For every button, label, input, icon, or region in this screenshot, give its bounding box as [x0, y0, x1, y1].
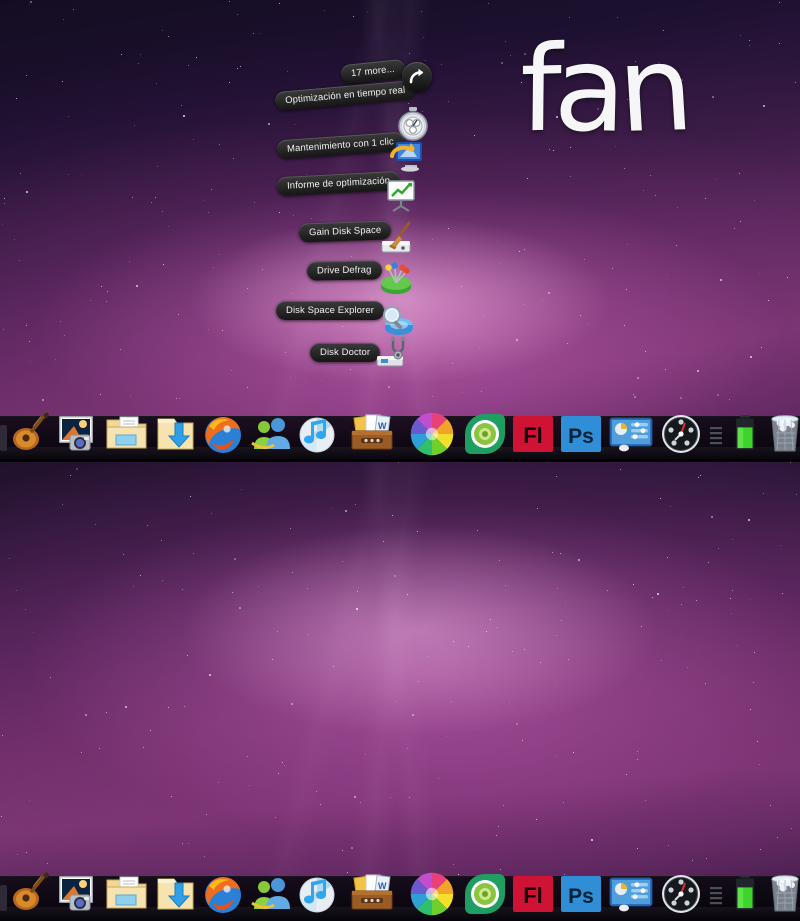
fan-stack-item[interactable]: Disk Doctor: [310, 343, 381, 362]
color-wheel-icon: [404, 871, 460, 917]
adobe-photoshop-icon: Ps: [558, 411, 604, 457]
dock-item-downloads[interactable]: [152, 871, 198, 917]
dock-item-toolbox[interactable]: W: [344, 871, 400, 917]
fan-stack-item[interactable]: Disk Space Explorer: [276, 301, 384, 320]
dock-item-itunes[interactable]: [296, 411, 342, 457]
dock-item-settings[interactable]: [606, 411, 656, 457]
dock-item-messenger[interactable]: [248, 871, 294, 917]
green-leaf-eye-icon: [462, 411, 508, 457]
dock-item-leaf-app[interactable]: [462, 411, 508, 457]
dock-item-photoshop[interactable]: Ps: [558, 411, 604, 457]
itunes-cd-icon: [296, 411, 342, 457]
fan-item-label: Disk Space Explorer: [276, 301, 384, 320]
panel-fan-view: fan Optimización en tiempo real Mantenimi…: [0, 0, 800, 461]
svg-text:Fl: Fl: [523, 423, 543, 448]
trash-can-icon: [762, 871, 800, 917]
dock-item-photos[interactable]: [56, 411, 102, 457]
folder-documents-icon: [104, 411, 150, 457]
dock-item-flash[interactable]: Fl: [510, 871, 556, 917]
dock-item-messenger[interactable]: [248, 411, 294, 457]
gauge-dial-icon: [658, 871, 704, 917]
dock-item-downloads[interactable]: [152, 411, 198, 457]
chart-easel-icon[interactable]: [381, 176, 421, 216]
dock-item-dashboard[interactable]: [658, 411, 704, 457]
dock-item-documents[interactable]: [104, 871, 150, 917]
dock-item-leaf-app[interactable]: [462, 871, 508, 917]
screenshot-root: fan Optimización en tiempo real Mantenimi…: [0, 0, 800, 921]
dock-top[interactable]: W FlPs034535%: [0, 389, 800, 461]
curved-arrow-icon[interactable]: [402, 62, 432, 92]
svg-text:Ps: Ps: [568, 425, 594, 448]
dock-edge-icon[interactable]: [0, 411, 8, 457]
guitar-icon: [8, 871, 54, 917]
folder-download-icon: [152, 871, 198, 917]
fan-stack-item[interactable]: Drive Defrag: [306, 260, 382, 281]
color-wheel-icon: [404, 411, 460, 457]
dock-item-trash[interactable]: [762, 871, 800, 917]
dock-item-battery[interactable]: [730, 871, 760, 917]
adobe-flash-icon: Fl: [510, 871, 556, 917]
crate-files-icon: W: [344, 411, 400, 457]
dock-item-garageband[interactable]: [8, 871, 54, 917]
dock-item-firefox[interactable]: [200, 871, 246, 917]
itunes-cd-icon: [296, 871, 342, 917]
adobe-flash-icon: Fl: [510, 411, 556, 457]
panel-divider: [0, 459, 800, 462]
svg-text:W: W: [378, 881, 387, 891]
adobe-photoshop-icon: Ps: [558, 871, 604, 917]
messenger-people-icon: [248, 411, 294, 457]
sketch-letter: n: [613, 19, 695, 159]
svg-text:Fl: Fl: [523, 883, 543, 908]
firefox-icon: [200, 411, 246, 457]
battery-icon: [730, 871, 760, 917]
photo-camera-icon: [56, 871, 102, 917]
dock-bottom[interactable]: W FlPs034535%: [0, 849, 800, 921]
dock-separator-icon: [706, 411, 726, 457]
dock-item-photos[interactable]: [56, 871, 102, 917]
dock-item-colorwheel[interactable]: [404, 871, 460, 917]
dock-item-flash[interactable]: Fl: [510, 411, 556, 457]
gauge-dial-icon: [658, 411, 704, 457]
dock-item-trash[interactable]: [762, 411, 800, 457]
folder-download-icon: [152, 411, 198, 457]
fan-item-label: Disk Doctor: [310, 343, 381, 362]
dock-item-settings[interactable]: [606, 871, 656, 917]
settings-panel-icon: [606, 411, 656, 457]
dock-item-documents[interactable]: [104, 411, 150, 457]
svg-text:Ps: Ps: [568, 885, 594, 908]
trash-can-icon: [762, 411, 800, 457]
dock-item-battery[interactable]: [730, 411, 760, 457]
panel-grid-view: APPNEE.COM grid Disk DoctorDisk Space...…: [0, 461, 800, 921]
stethoscope-disk-icon[interactable]: [372, 333, 412, 373]
dock-item-separator: [706, 411, 726, 457]
battery-icon: [730, 411, 760, 457]
dock-item-dashboard[interactable]: [658, 871, 704, 917]
dock-item-colorwheel[interactable]: [404, 411, 460, 457]
messenger-people-icon: [248, 871, 294, 917]
caption-fan: fan: [519, 19, 694, 159]
sketch-letter: a: [551, 19, 626, 159]
dock-item-separator: [706, 871, 726, 917]
dock-item-photoshop[interactable]: Ps: [558, 871, 604, 917]
folder-documents-icon: [104, 871, 150, 917]
crate-files-icon: W: [344, 871, 400, 917]
guitar-icon: [8, 411, 54, 457]
dock-item-firefox[interactable]: [200, 411, 246, 457]
settings-panel-icon: [606, 871, 656, 917]
dock-item-itunes[interactable]: [296, 871, 342, 917]
broom-disk-icon[interactable]: [378, 218, 418, 258]
dock-separator-icon: [706, 871, 726, 917]
green-leaf-eye-icon: [462, 871, 508, 917]
firefox-icon: [200, 871, 246, 917]
dock-item-toolbox[interactable]: W: [344, 411, 400, 457]
dock-edge-icon[interactable]: [0, 871, 8, 917]
photo-camera-icon: [56, 411, 102, 457]
svg-text:W: W: [378, 421, 387, 431]
green-disc-pins-icon[interactable]: [376, 258, 416, 298]
fan-item-label: Drive Defrag: [306, 260, 382, 281]
dock-item-garageband[interactable]: [8, 411, 54, 457]
